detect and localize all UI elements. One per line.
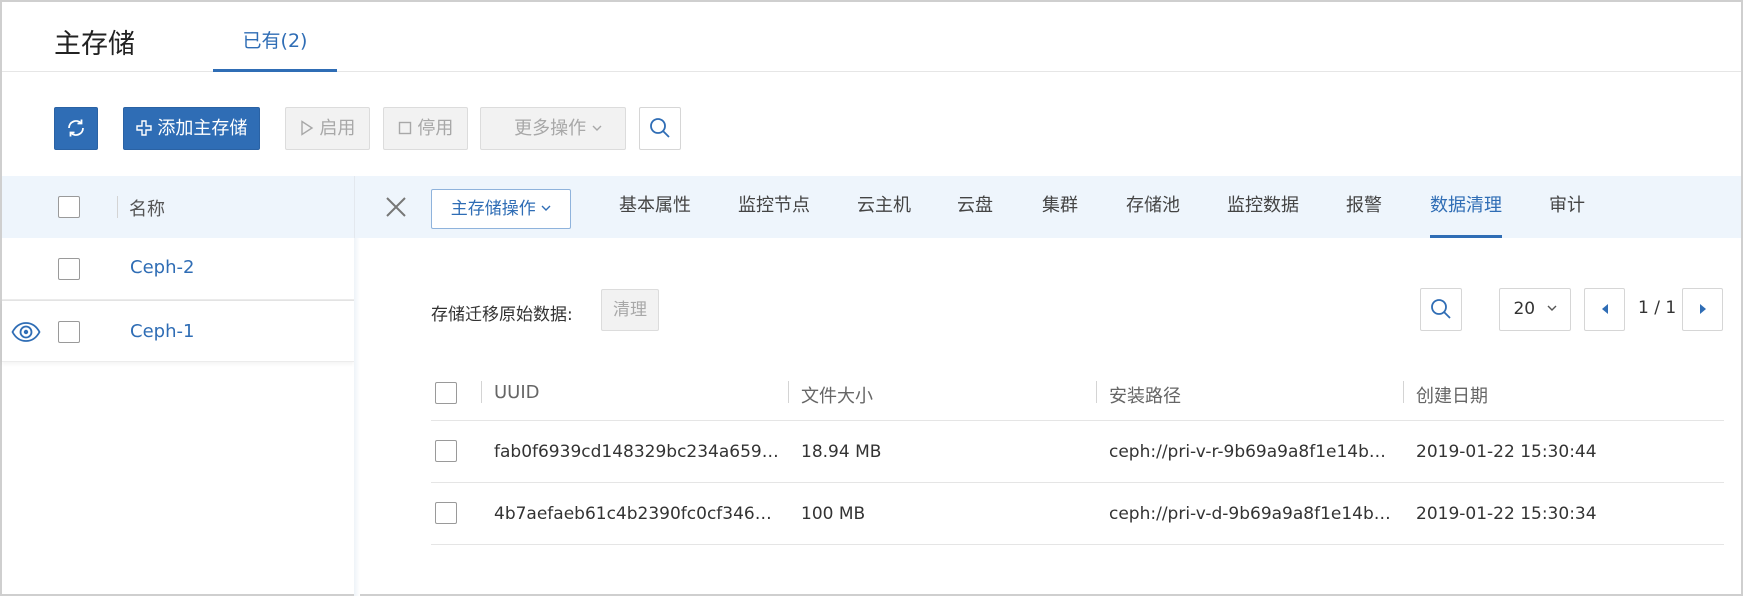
column-header-install-path: 安装路径 [1109,386,1181,407]
detail-tabs-bar: 主存储操作 基本属性 监控节点 云主机 云盘 集群 存储池 监控数据 报警 数据… [355,176,1741,238]
page-size-select[interactable]: 20 [1499,288,1571,331]
column-divider [117,196,118,218]
refresh-icon [68,119,84,136]
add-button-label: 添加主存储 [157,118,248,139]
page-title: 主存储 [54,29,135,60]
search-icon [1431,298,1451,319]
column-divider [1403,381,1404,403]
column-header-name: 名称 [129,199,165,220]
table-select-all-checkbox[interactable] [435,382,457,404]
next-page-button[interactable] [1682,288,1723,331]
row-checkbox[interactable] [58,258,80,280]
more-actions-label: 更多操作 [514,118,587,139]
tab-data-cleanup[interactable]: 数据清理 [1430,176,1502,238]
search-button[interactable] [639,107,681,150]
migration-data-label: 存储迁移原始数据: [431,305,573,325]
cell-install-path: ceph://pri-v-d-9b69a9a8f1e14b18... [1109,504,1394,524]
cell-install-path: ceph://pri-v-r-9b69a9a8f1e14b18a... [1109,442,1394,462]
row-checkbox[interactable] [58,321,80,343]
column-header-uuid: UUID [494,382,540,403]
search-icon [650,117,670,138]
prev-page-button[interactable] [1584,288,1625,331]
clean-button-label: 清理 [613,300,647,320]
row-divider [431,482,1724,483]
pagination-indicator: 1 / 1 [1638,298,1677,318]
cell-uuid: 4b7aefaeb61c4b2390fc0cf3463cb... [494,504,779,524]
column-header-created-date: 创建日期 [1416,386,1488,407]
cell-file-size: 100 MB [801,504,866,524]
tab-monitoring-data[interactable]: 监控数据 [1227,176,1299,238]
cell-created-date: 2019-01-22 15:30:34 [1416,504,1597,524]
list-item-selected[interactable]: Ceph-1 [2,300,354,362]
column-divider [788,381,789,403]
tab-basic-properties[interactable]: 基本属性 [619,176,691,238]
refresh-button[interactable] [54,107,98,150]
column-header-file-size: 文件大小 [801,386,873,407]
cell-file-size: 18.94 MB [801,442,882,462]
pane-shadow [354,238,360,596]
column-divider [481,381,482,403]
tab-alarms[interactable]: 报警 [1346,176,1382,238]
enable-button-label: 启用 [319,118,356,139]
play-icon [300,119,313,136]
chevron-down-icon [541,205,551,211]
chevron-down-icon [592,125,602,131]
column-divider [1096,381,1097,403]
disable-button-label: 停用 [417,118,454,139]
storage-operations-label: 主存储操作 [450,199,536,219]
plus-icon [135,119,152,136]
enable-button[interactable]: 启用 [285,107,370,150]
row-checkbox[interactable] [435,440,457,462]
row-checkbox[interactable] [435,502,457,524]
page-header: 主存储 已有(2) [2,2,1741,72]
list-item[interactable]: Ceph-2 [2,238,354,300]
window-frame: 主存储 已有(2) 添加主存储 启用 停用 更多操作 名称 Ceph-2 Cep… [0,0,1743,596]
eye-icon [11,322,41,342]
tab-volumes[interactable]: 云盘 [957,176,993,238]
storage-operations-dropdown[interactable]: 主存储操作 [431,189,571,229]
stop-icon [398,121,411,134]
tab-audit[interactable]: 审计 [1549,176,1585,238]
tab-vm-instances[interactable]: 云主机 [857,176,911,238]
add-primary-storage-button[interactable]: 添加主存储 [123,107,260,150]
tab-storage-pools[interactable]: 存储池 [1126,176,1180,238]
chevron-down-icon [1547,305,1557,311]
clean-button[interactable]: 清理 [601,289,659,331]
storage-name-link[interactable]: Ceph-2 [130,257,194,278]
cell-created-date: 2019-01-22 15:30:44 [1416,442,1597,462]
more-actions-button[interactable]: 更多操作 [480,107,626,150]
list-header: 名称 [2,176,354,238]
table-search-button[interactable] [1420,288,1462,331]
tab-monitor-nodes[interactable]: 监控节点 [738,176,810,238]
tab-existing[interactable]: 已有(2) [213,2,337,72]
caret-left-icon [1601,303,1608,314]
caret-right-icon [1699,303,1706,314]
tab-clusters[interactable]: 集群 [1042,176,1078,238]
close-icon[interactable] [385,196,407,218]
storage-name-link[interactable]: Ceph-1 [130,321,194,342]
select-all-checkbox[interactable] [58,196,80,218]
table-header-divider [431,420,1724,421]
page-size-value: 20 [1513,299,1536,319]
cell-uuid: fab0f6939cd148329bc234a65987... [494,442,779,462]
disable-button[interactable]: 停用 [383,107,468,150]
row-divider [431,544,1724,545]
